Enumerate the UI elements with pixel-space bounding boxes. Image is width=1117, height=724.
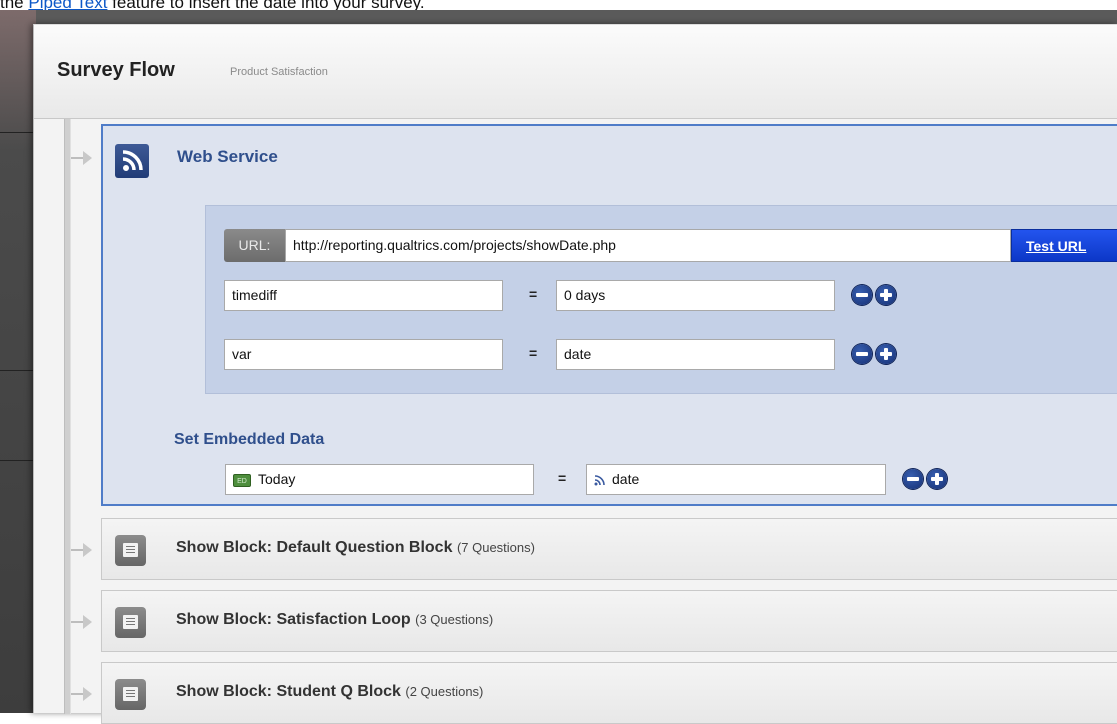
add-embedded-data-icon[interactable] <box>927 469 947 489</box>
dialog-title: Survey Flow <box>57 59 175 81</box>
add-param-icon[interactable] <box>876 285 896 305</box>
url-input[interactable]: http://reporting.qualtrics.com/projects/… <box>285 229 1011 262</box>
param-key-input[interactable]: var <box>224 339 503 370</box>
flow-arrow-icon <box>71 540 93 560</box>
add-param-icon[interactable] <box>876 344 896 364</box>
param-value-input[interactable]: date <box>556 339 835 370</box>
flow-arrow-icon <box>71 148 93 168</box>
background-divider <box>0 460 33 461</box>
block-name: Show Block: Satisfaction Loop <box>176 611 411 628</box>
show-block-element[interactable]: Show Block: Satisfaction Loop (3 Questio… <box>101 590 1117 652</box>
embedded-field-input[interactable]: ED Today <box>225 464 534 495</box>
show-block-element[interactable]: Show Block: Student Q Block (2 Questions… <box>101 662 1117 724</box>
block-label: Show Block: Satisfaction Loop (3 Questio… <box>176 611 493 629</box>
question-block-icon <box>115 607 146 638</box>
remove-embedded-data-icon[interactable] <box>903 469 923 489</box>
block-question-count: (2 Questions) <box>405 684 484 699</box>
flow-arrow-icon <box>71 684 93 704</box>
embedded-field-name: Today <box>258 471 296 487</box>
background-divider <box>0 370 33 371</box>
block-name: Show Block: Default Question Block <box>176 539 453 556</box>
block-label: Show Block: Default Question Block (7 Qu… <box>176 539 535 557</box>
question-block-icon <box>115 679 146 710</box>
set-embedded-data-title: Set Embedded Data <box>174 431 325 448</box>
embedded-data-tag-icon: ED <box>233 473 251 487</box>
web-service-element[interactable]: Web Service URL: http://reporting.qualtr… <box>101 124 1117 506</box>
flow-arrow-icon <box>71 612 93 632</box>
remove-param-icon[interactable] <box>852 344 872 364</box>
dialog-subtitle: Product Satisfaction <box>230 66 328 78</box>
param-value-input[interactable]: 0 days <box>556 280 835 311</box>
web-service-config-panel: URL: http://reporting.qualtrics.com/proj… <box>205 205 1117 394</box>
background-sidebar <box>0 10 36 713</box>
survey-flow-dialog: Survey Flow Product Satisfaction Web Ser… <box>33 24 1117 724</box>
block-label: Show Block: Student Q Block (2 Questions… <box>176 683 483 701</box>
flow-trunk-line <box>64 119 71 714</box>
background-divider <box>0 132 33 133</box>
url-label: URL: <box>224 229 285 262</box>
question-block-icon <box>115 535 146 566</box>
rss-small-icon <box>594 474 605 486</box>
show-block-element[interactable]: Show Block: Default Question Block (7 Qu… <box>101 518 1117 580</box>
equals-sign: = <box>558 470 567 486</box>
embedded-value-text: date <box>612 471 640 487</box>
block-name: Show Block: Student Q Block <box>176 683 401 700</box>
test-url-button[interactable]: Test URL <box>1011 229 1117 262</box>
remove-param-icon[interactable] <box>852 285 872 305</box>
block-question-count: (7 Questions) <box>456 540 535 555</box>
dialog-header: Survey Flow Product Satisfaction <box>34 25 1117 119</box>
block-question-count: (3 Questions) <box>415 612 494 627</box>
url-row: URL: http://reporting.qualtrics.com/proj… <box>224 229 1117 262</box>
rss-icon <box>115 144 149 178</box>
equals-sign: = <box>529 345 538 361</box>
param-key-input[interactable]: timediff <box>224 280 503 311</box>
equals-sign: = <box>529 286 538 302</box>
web-service-title: Web Service <box>177 147 278 166</box>
embedded-value-input[interactable]: date <box>586 464 886 495</box>
